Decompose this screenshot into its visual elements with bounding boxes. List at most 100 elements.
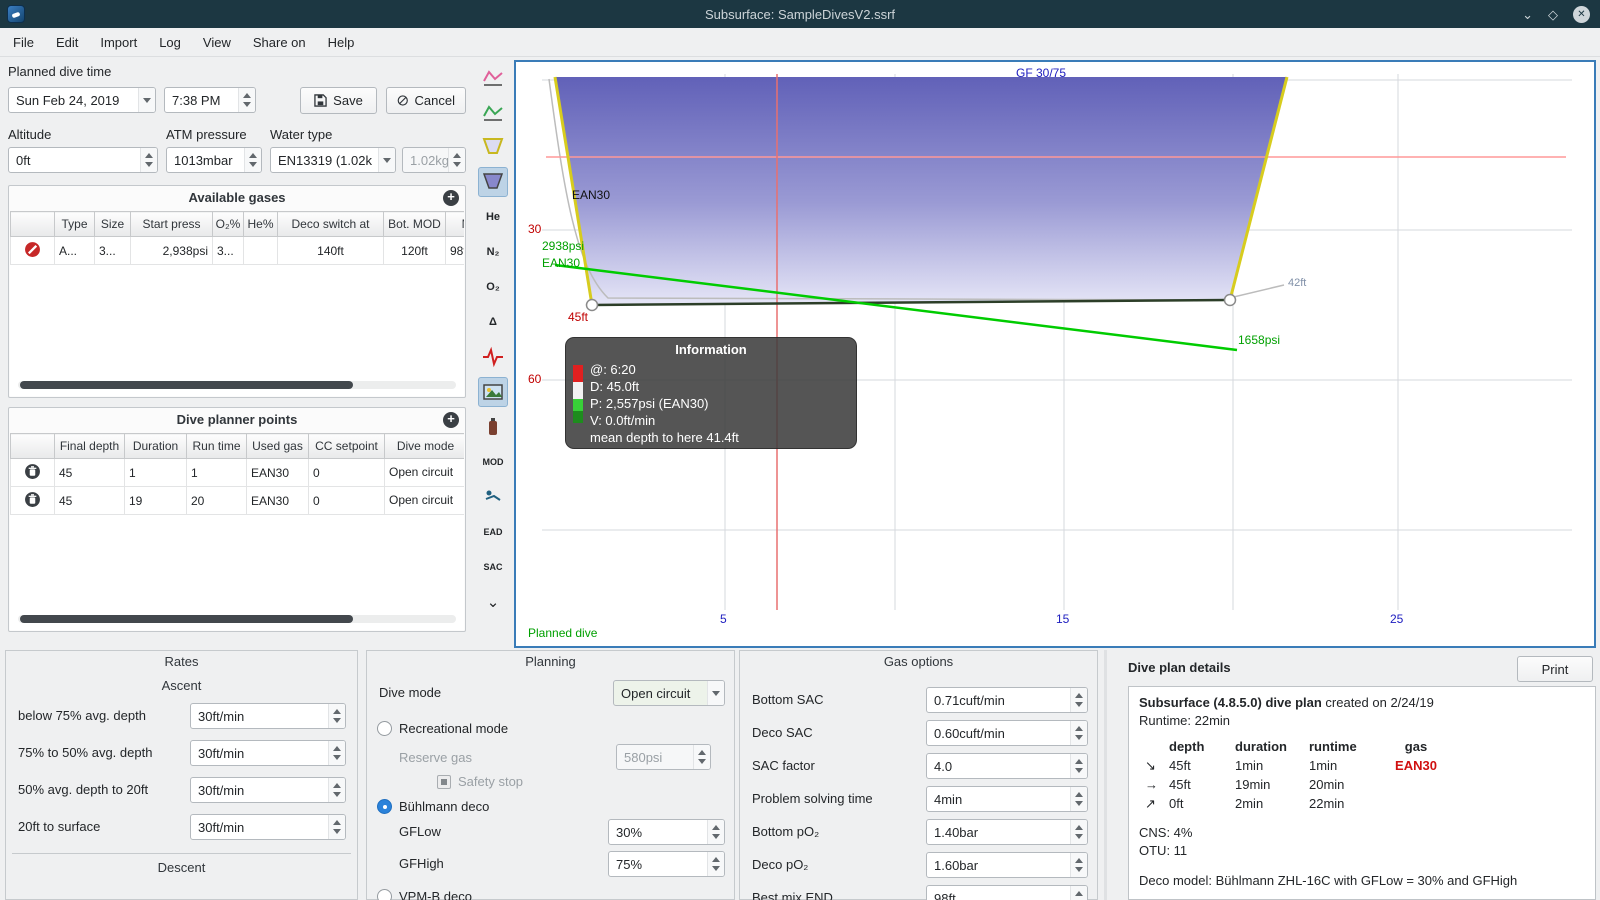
cell[interactable]: EAN30	[246, 458, 309, 487]
cell[interactable]: 3...	[212, 236, 244, 265]
recreational-mode-radio[interactable]	[377, 721, 392, 736]
column-header-final-depth[interactable]: Final depth	[54, 433, 125, 459]
menu-edit[interactable]: Edit	[45, 31, 89, 54]
column-header-duration[interactable]: Duration	[124, 433, 187, 459]
spinner-arrows-icon[interactable]	[707, 820, 724, 844]
cell[interactable]: Open circuit	[384, 458, 464, 487]
spinner-arrows-icon[interactable]	[328, 778, 345, 802]
panel-splitter[interactable]	[1104, 650, 1107, 900]
column-header-run-time[interactable]: Run time	[186, 433, 247, 459]
menu-view[interactable]: View	[192, 31, 242, 54]
buhlmann-deco-radio[interactable]	[377, 799, 392, 814]
toggle-po2-graph-icon[interactable]	[478, 62, 508, 92]
menu-help[interactable]: Help	[317, 31, 366, 54]
toggle-o2-graph-icon[interactable]: O₂	[478, 272, 508, 302]
ascent-rate-4-spinbox[interactable]: 30ft/min	[190, 814, 346, 840]
spinner-arrows-icon[interactable]	[328, 815, 345, 839]
cell[interactable]: 98f	[445, 236, 464, 265]
add-gas-icon[interactable]: +	[443, 190, 459, 206]
bottom-po2-spinbox[interactable]: 1.40bar	[926, 819, 1088, 845]
spinner-arrows-icon[interactable]	[1070, 820, 1087, 844]
dive-date-combobox[interactable]: Sun Feb 24, 2019	[8, 87, 156, 113]
column-header-start-press[interactable]: Start press	[130, 211, 213, 237]
column-header-bot-mod[interactable]: Bot. MOD	[383, 211, 446, 237]
toggle-he-graph-icon[interactable]: He	[478, 202, 508, 232]
dive-profile-chart[interactable]: GF 30/75 30 60 5 15 25 EAN30 2938psi EAN…	[514, 60, 1596, 648]
dive-mode-combobox[interactable]: Open circuit	[613, 680, 725, 706]
dive-planner-points-table[interactable]: Final depth Duration Run time Used gas C…	[10, 433, 464, 515]
save-button[interactable]: Save	[300, 87, 377, 114]
spinner-arrows-icon[interactable]	[1070, 721, 1087, 745]
ascent-rate-3-spinbox[interactable]: 30ft/min	[190, 777, 346, 803]
spinner-arrows-icon[interactable]	[1070, 754, 1087, 778]
cell[interactable]	[10, 236, 55, 265]
cell[interactable]: 1	[124, 458, 187, 487]
deco-po2-spinbox[interactable]: 1.60bar	[926, 852, 1088, 878]
dive-point-handle[interactable]	[585, 298, 599, 312]
deco-sac-spinbox[interactable]: 0.60cuft/min	[926, 720, 1088, 746]
cell[interactable]: 20	[186, 486, 247, 515]
spinner-arrows-icon[interactable]	[707, 852, 724, 876]
gflow-spinbox[interactable]: 30%	[608, 819, 725, 845]
ascent-rate-1-spinbox[interactable]: 30ft/min	[190, 703, 346, 729]
delete-point-icon[interactable]	[24, 463, 41, 480]
menu-import[interactable]: Import	[89, 31, 148, 54]
column-header-size[interactable]: Size	[94, 211, 131, 237]
cell[interactable]: 120ft	[383, 236, 446, 265]
column-header-mnd[interactable]: MN	[445, 211, 464, 237]
atm-pressure-spinbox[interactable]: 1013mbar	[166, 147, 262, 173]
spinner-arrows-icon[interactable]	[140, 148, 157, 172]
available-gases-table[interactable]: Type Size Start press O₂% He% Deco switc…	[10, 211, 464, 265]
cell[interactable]	[243, 236, 278, 265]
best-mix-end-spinbox[interactable]: 98ft	[926, 885, 1088, 900]
vpmb-deco-radio[interactable]	[377, 889, 392, 900]
dive-time-spinbox[interactable]: 7:38 PM	[164, 87, 256, 113]
delete-gas-icon[interactable]	[24, 241, 41, 258]
column-header-type[interactable]: Type	[54, 211, 95, 237]
cell[interactable]: 0	[308, 458, 385, 487]
toggle-dc-ceiling-icon[interactable]	[478, 132, 508, 162]
toggle-mod-icon[interactable]: MOD	[478, 447, 508, 477]
minimize-icon[interactable]: ⌄	[1522, 8, 1533, 21]
spinner-arrows-icon[interactable]	[1070, 886, 1087, 900]
toggle-ead-icon[interactable]: EAD	[478, 517, 508, 547]
delete-point-icon[interactable]	[24, 491, 41, 508]
gas-row[interactable]: A... 3... 2,938psi 3... 140ft 120ft 98f	[10, 236, 464, 265]
column-header-o2[interactable]: O₂%	[212, 211, 244, 237]
toggle-photos-icon[interactable]	[478, 377, 508, 407]
cell[interactable]: 3...	[94, 236, 131, 265]
column-header-dive-mode[interactable]: Dive mode	[384, 433, 464, 459]
toggle-calc-ceiling-icon[interactable]	[478, 167, 508, 197]
column-header-he[interactable]: He%	[243, 211, 278, 237]
spinner-arrows-icon[interactable]	[244, 148, 261, 172]
toggle-diver-icon[interactable]	[478, 482, 508, 512]
spinner-arrows-icon[interactable]	[328, 704, 345, 728]
altitude-spinbox[interactable]: 0ft	[8, 147, 158, 173]
toggle-tank-bar-icon[interactable]	[478, 412, 508, 442]
water-type-combobox[interactable]: EN13319 (1.02k	[270, 147, 396, 173]
toggle-pn2-graph-icon[interactable]	[478, 97, 508, 127]
dive-point-handle[interactable]	[1223, 293, 1237, 307]
problem-solving-time-spinbox[interactable]: 4min	[926, 786, 1088, 812]
cell[interactable]: 0	[308, 486, 385, 515]
column-header[interactable]	[10, 211, 55, 237]
print-button[interactable]: Print	[1517, 656, 1593, 682]
cell[interactable]: 45	[54, 486, 125, 515]
bottom-sac-spinbox[interactable]: 0.71cuft/min	[926, 687, 1088, 713]
scrollbar-thumb[interactable]	[20, 381, 353, 389]
spinner-arrows-icon[interactable]	[238, 88, 255, 112]
spinner-arrows-icon[interactable]	[1070, 787, 1087, 811]
menu-log[interactable]: Log	[148, 31, 192, 54]
toolbar-scroll-down-icon[interactable]: ⌄	[478, 587, 508, 617]
cancel-button[interactable]: Cancel	[386, 87, 466, 114]
spinner-arrows-icon[interactable]	[328, 741, 345, 765]
toggle-heart-rate-icon[interactable]	[478, 342, 508, 372]
point-row[interactable]: 45 19 20 EAN30 0 Open circuit	[10, 486, 464, 515]
toggle-n2-graph-icon[interactable]: N₂	[478, 237, 508, 267]
gfhigh-spinbox[interactable]: 75%	[608, 851, 725, 877]
menu-file[interactable]: File	[2, 31, 45, 54]
cell[interactable]	[10, 458, 55, 487]
column-header-cc-setpoint[interactable]: CC setpoint	[308, 433, 385, 459]
sac-factor-spinbox[interactable]: 4.0	[926, 753, 1088, 779]
cell[interactable]: A...	[54, 236, 95, 265]
